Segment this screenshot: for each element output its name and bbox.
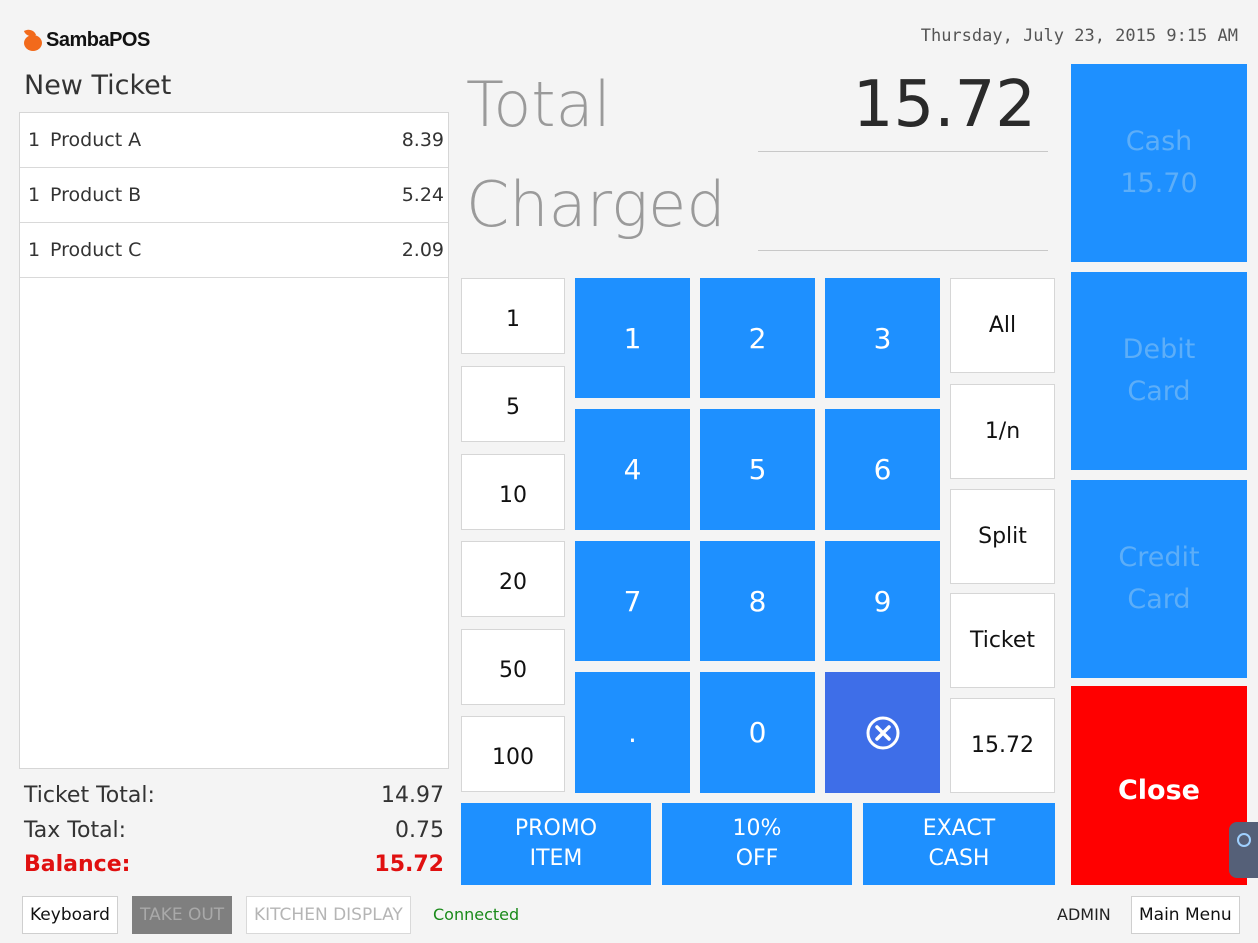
keypad-key-3[interactable]: 3 <box>825 278 940 398</box>
quick-amount-label: 1 <box>506 307 520 332</box>
divide-by-n-button[interactable]: 1/n <box>950 384 1055 479</box>
remaining-amount-button[interactable]: 15.72 <box>950 698 1055 793</box>
logo-icon <box>22 29 44 51</box>
quick-amount-button[interactable]: 10 <box>461 454 565 530</box>
keypad-key-4[interactable]: 4 <box>575 409 690 530</box>
connection-status: Connected <box>433 905 520 924</box>
quick-amount-label: 20 <box>499 570 527 595</box>
ticket-row[interactable]: 1 Product B 5.24 <box>20 168 448 223</box>
item-name: Product A <box>50 129 142 151</box>
app-name: SambaPOS <box>46 28 150 51</box>
ticket-button[interactable]: Ticket <box>950 593 1055 688</box>
item-price: 2.09 <box>401 239 444 261</box>
quick-amount-button[interactable]: 50 <box>461 629 565 705</box>
backspace-button[interactable] <box>825 672 940 793</box>
quick-amount-label: 5 <box>506 395 520 420</box>
ticket-row[interactable]: 1 Product C 2.09 <box>20 223 448 278</box>
keypad-key-0[interactable]: 0 <box>700 672 815 793</box>
datetime-display: Thursday, July 23, 2015 9:15 AM <box>920 26 1238 46</box>
quick-amount-label: 100 <box>492 745 534 770</box>
keypad-key-6[interactable]: 6 <box>825 409 940 530</box>
keypad-key-decimal[interactable]: . <box>575 672 690 793</box>
quick-amount-button[interactable]: 5 <box>461 366 565 442</box>
main-menu-button[interactable]: Main Menu <box>1131 896 1240 934</box>
cash-payment-button[interactable]: Cash 15.70 <box>1071 64 1247 262</box>
debit-card-payment-button[interactable]: Debit Card <box>1071 272 1247 470</box>
toggle-icon <box>1237 833 1251 847</box>
exact-cash-label-line2: CASH <box>928 846 990 871</box>
ticket-title: New Ticket <box>24 70 172 101</box>
quick-amount-button[interactable]: 1 <box>461 278 565 354</box>
ticket-total-label: Ticket Total: <box>24 783 155 808</box>
tax-total-value: 0.75 <box>395 818 444 843</box>
side-panel-tab[interactable] <box>1229 822 1258 878</box>
credit-card-payment-button[interactable]: Credit Card <box>1071 480 1247 678</box>
cash-label: Cash <box>1125 126 1193 157</box>
tax-total-row: Tax Total: 0.75 <box>24 818 444 843</box>
cash-amount: 15.70 <box>1120 168 1198 199</box>
ticket-total-row: Ticket Total: 14.97 <box>24 783 444 808</box>
keypad-key-9[interactable]: 9 <box>825 541 940 661</box>
app-logo: SambaPOS <box>22 24 150 56</box>
credit-label-line2: Card <box>1127 584 1191 615</box>
item-quantity: 1 <box>28 184 41 206</box>
keyboard-button[interactable]: Keyboard <box>22 896 118 934</box>
exact-cash-button[interactable]: EXACT CASH <box>863 803 1055 885</box>
promo-item-button[interactable]: PROMO ITEM <box>461 803 651 885</box>
take-out-button[interactable]: TAKE OUT <box>132 896 233 934</box>
total-label: Total <box>466 68 611 141</box>
balance-label: Balance: <box>24 852 131 877</box>
exact-cash-label-line1: EXACT <box>922 816 996 841</box>
promo-label-line2: ITEM <box>529 846 583 871</box>
balance-row: Balance: 15.72 <box>24 852 444 877</box>
ticket-total-value: 14.97 <box>381 783 444 808</box>
ticket-row[interactable]: 1 Product A 8.39 <box>20 113 448 168</box>
keypad-key-8[interactable]: 8 <box>700 541 815 661</box>
quick-amount-label: 50 <box>499 658 527 683</box>
item-name: Product C <box>50 239 142 261</box>
debit-label-line1: Debit <box>1122 334 1196 365</box>
all-button[interactable]: All <box>950 278 1055 373</box>
credit-label-line1: Credit <box>1118 542 1200 573</box>
keypad-key-7[interactable]: 7 <box>575 541 690 661</box>
quick-amount-button[interactable]: 20 <box>461 541 565 617</box>
keypad-key-5[interactable]: 5 <box>700 409 815 530</box>
item-price: 5.24 <box>401 184 444 206</box>
discount-label-line2: OFF <box>735 846 779 871</box>
current-user: ADMIN <box>1057 905 1111 924</box>
charged-label: Charged <box>466 168 726 241</box>
ten-percent-off-button[interactable]: 10% OFF <box>662 803 852 885</box>
item-price: 8.39 <box>401 129 444 151</box>
quick-amount-button[interactable]: 100 <box>461 716 565 792</box>
item-quantity: 1 <box>28 129 41 151</box>
clear-circle-x-icon <box>866 716 899 749</box>
close-button[interactable]: Close <box>1071 686 1247 885</box>
keypad-key-1[interactable]: 1 <box>575 278 690 398</box>
discount-label-line1: 10% <box>732 816 782 841</box>
split-button[interactable]: Split <box>950 489 1055 584</box>
debit-label-line2: Card <box>1127 376 1191 407</box>
kitchen-display-button[interactable]: KITCHEN DISPLAY <box>246 896 411 934</box>
quick-amount-label: 10 <box>499 483 527 508</box>
keypad-key-2[interactable]: 2 <box>700 278 815 398</box>
item-quantity: 1 <box>28 239 41 261</box>
total-value: 15.72 <box>852 68 1036 142</box>
charged-input-line[interactable] <box>758 250 1048 251</box>
tax-total-label: Tax Total: <box>24 818 127 843</box>
promo-label-line1: PROMO <box>514 816 598 841</box>
item-name: Product B <box>50 184 142 206</box>
balance-value: 15.72 <box>374 852 444 877</box>
ticket-item-list[interactable]: 1 Product A 8.39 1 Product B 5.24 1 Prod… <box>19 112 449 769</box>
total-divider <box>758 151 1048 152</box>
